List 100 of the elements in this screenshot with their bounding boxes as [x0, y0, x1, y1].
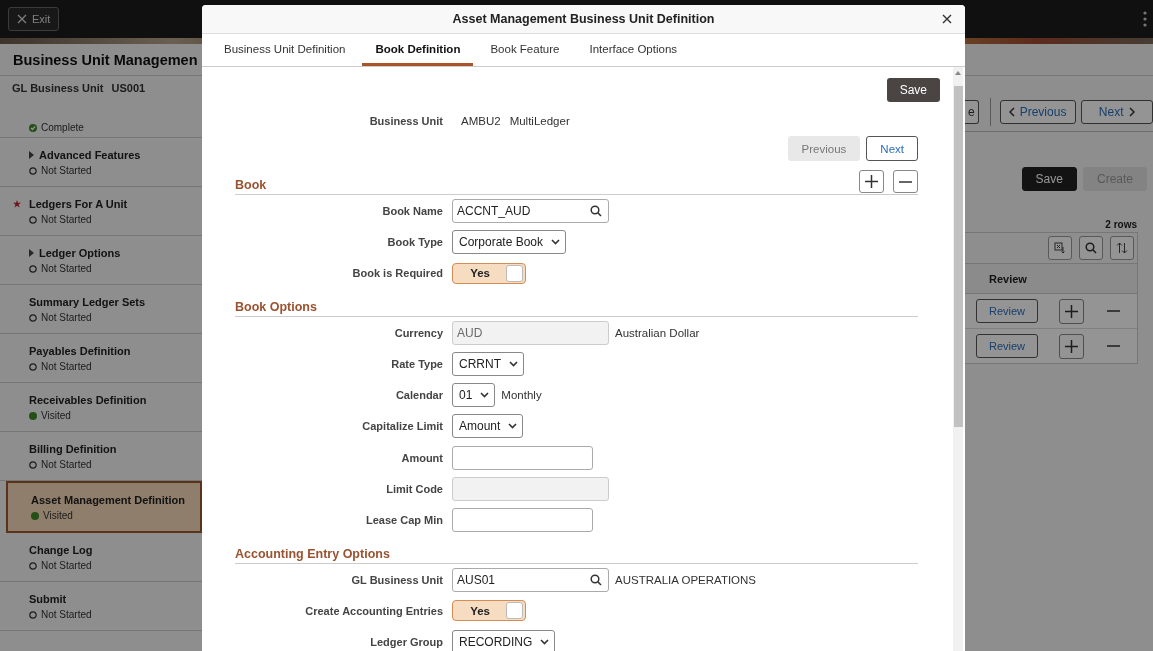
minus-icon — [1107, 345, 1120, 347]
toggle-switch[interactable]: Yes — [452, 600, 526, 622]
export-icon — [1054, 242, 1066, 254]
dropdown[interactable]: Amount — [452, 414, 524, 439]
tab[interactable]: Interface Options — [576, 34, 691, 66]
step-status: Visited — [41, 410, 71, 421]
chevron-down-icon — [540, 639, 550, 646]
plus-icon — [1065, 339, 1078, 353]
lookup-field[interactable]: AUS01 — [452, 567, 609, 592]
dropdown[interactable]: CRRNT — [452, 351, 524, 376]
search-button[interactable] — [1079, 236, 1103, 260]
section-heading: Book Options — [235, 299, 317, 314]
input-field[interactable] — [452, 445, 593, 470]
dropdown[interactable]: 01 — [452, 383, 496, 408]
chevron-down-icon — [508, 423, 518, 430]
step-title: Summary Ledger Sets — [29, 296, 146, 308]
action-button[interactable]: Save — [1021, 167, 1077, 191]
status-dot-icon — [31, 511, 39, 520]
dropdown[interactable]: RECORDING — [452, 630, 556, 651]
scroll-up-icon[interactable] — [955, 71, 961, 75]
step-title: Receivables Definition — [29, 394, 147, 406]
expand-triangle-icon[interactable] — [29, 151, 34, 159]
dialog-title: Asset Management Business Unit Definition — [452, 12, 715, 26]
plus-icon — [1065, 304, 1078, 318]
field-label: GL Business Unit — [12, 82, 104, 94]
readonly-field: AUD — [452, 320, 609, 345]
add-row-button[interactable] — [1059, 333, 1084, 359]
field-value: US001 — [111, 82, 146, 94]
step-title: Change Log — [29, 544, 93, 556]
row-count: 2 rows — [1104, 219, 1138, 230]
chevron-left-icon — [1008, 106, 1015, 117]
lookup-field[interactable]: ACCNT_AUD — [452, 198, 609, 223]
step-title: Ledger Options — [39, 247, 121, 259]
field-label: Book is Required — [351, 267, 444, 280]
input-field[interactable] — [452, 508, 593, 533]
field-description: MultiLedger — [509, 115, 570, 127]
step-title: Asset Management Definition — [31, 494, 186, 506]
empty-circle-icon — [29, 460, 37, 469]
empty-circle-icon — [29, 561, 37, 570]
chevron-down-icon — [509, 360, 518, 367]
step-title: Payables Definition — [29, 345, 131, 357]
close-icon[interactable] — [942, 14, 952, 24]
search-icon — [590, 204, 602, 217]
search-icon — [1085, 242, 1097, 254]
exit-button[interactable]: Exit — [8, 7, 60, 31]
export-button[interactable] — [1048, 236, 1072, 260]
step-status: Complete — [41, 122, 84, 133]
add-row-button[interactable] — [859, 170, 884, 193]
toggle-switch[interactable]: Yes — [452, 262, 526, 284]
empty-circle-icon — [29, 215, 37, 224]
step-status: Visited — [43, 510, 73, 521]
search-icon — [590, 573, 602, 586]
chevron-down-icon — [551, 238, 561, 245]
field-label: Rate Type — [390, 357, 444, 370]
step-title: Submit — [29, 593, 67, 605]
sort-icon — [1116, 242, 1128, 254]
partial-button[interactable]: e — [965, 99, 979, 124]
step-title: Ledgers For A Unit — [29, 198, 128, 210]
section-heading: Accounting Entry Options — [235, 546, 390, 561]
minus-icon — [1107, 310, 1120, 312]
step-status: Not Started — [41, 361, 92, 372]
previous-button[interactable]: Previous — [999, 99, 1076, 124]
close-icon — [17, 14, 27, 24]
dropdown[interactable]: Corporate Book — [452, 229, 567, 254]
delete-row-button[interactable] — [893, 170, 918, 193]
step-item[interactable]: Complete — [0, 112, 202, 138]
field-label: Lease Cap Min — [364, 514, 444, 527]
empty-circle-icon — [29, 313, 37, 322]
field-label: Ledger Group — [369, 636, 444, 649]
step-status: Not Started — [41, 165, 92, 176]
field-description: AUSTRALIA OPERATIONS — [615, 573, 756, 586]
field-value: AMBU2 — [461, 115, 501, 127]
step-title: Billing Definition — [29, 443, 117, 455]
add-row-button[interactable] — [1059, 298, 1084, 324]
pager-button[interactable]: Next — [866, 136, 918, 161]
field-label: Calendar — [394, 389, 444, 402]
tab[interactable]: Book Definition — [362, 34, 474, 66]
field-label: Amount — [400, 451, 444, 464]
step-status: Not Started — [41, 560, 92, 571]
sort-button[interactable] — [1110, 236, 1134, 260]
review-button[interactable]: Review — [976, 334, 1038, 358]
more-options-icon[interactable] — [1143, 11, 1147, 27]
step-status: Not Started — [41, 609, 92, 620]
empty-circle-icon — [29, 610, 37, 619]
chevron-right-icon — [1128, 106, 1135, 117]
field-label: Create Accounting Entries — [304, 604, 444, 617]
tab[interactable]: Book Feature — [477, 34, 573, 66]
step-status: Not Started — [41, 263, 92, 274]
tab[interactable]: Business Unit Definition — [211, 34, 359, 66]
plus-icon — [865, 175, 878, 188]
save-button[interactable]: Save — [886, 78, 940, 102]
step-item[interactable]: Asset Management Definition Visited — [6, 481, 202, 533]
section-heading: Book — [235, 178, 267, 192]
field-description: Australian Dollar — [615, 326, 700, 339]
scrollbar[interactable] — [953, 67, 963, 651]
next-button[interactable]: Next — [1080, 99, 1153, 124]
expand-triangle-icon[interactable] — [29, 249, 34, 257]
status-dot-icon — [29, 411, 37, 420]
empty-circle-icon — [29, 166, 37, 175]
review-button[interactable]: Review — [976, 299, 1038, 323]
